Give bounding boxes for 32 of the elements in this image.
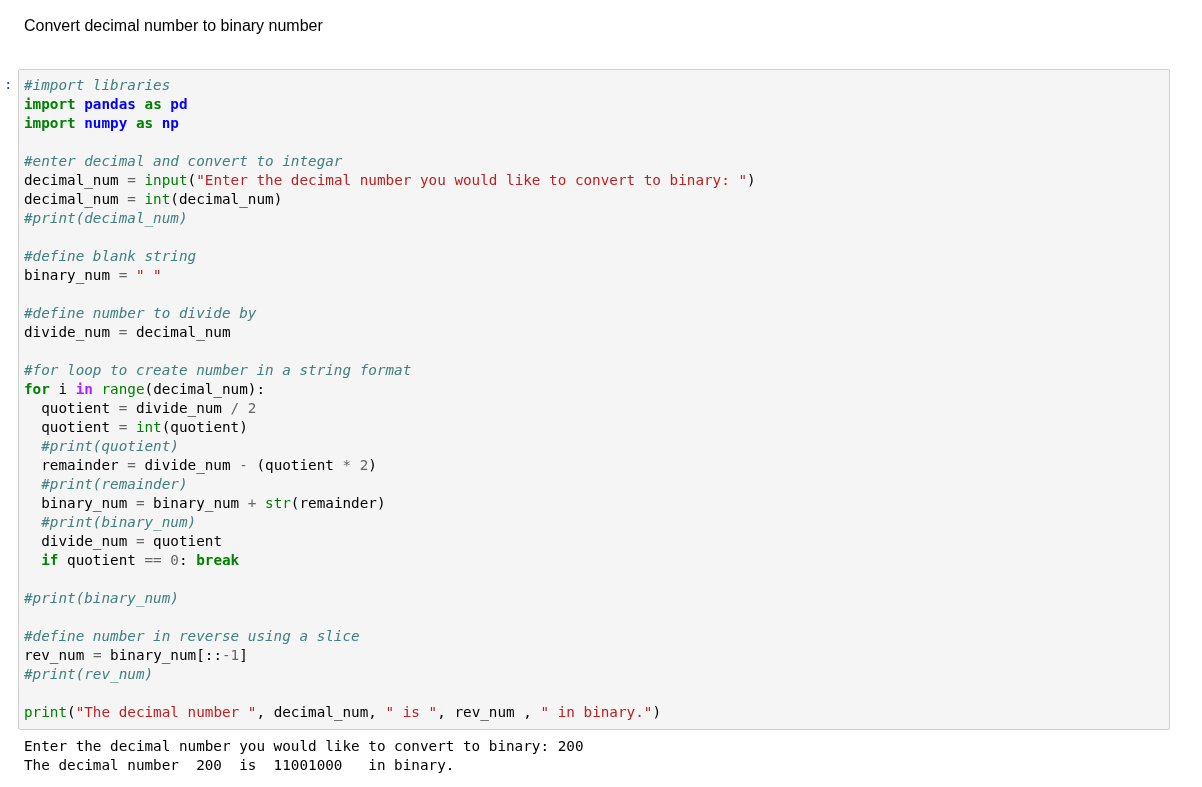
code-line: #define number to divide by: [24, 304, 257, 323]
code-line: import pandas as pd: [24, 95, 188, 114]
code-line: #for loop to create number in a string format: [24, 361, 412, 380]
code-line: #import libraries: [24, 76, 171, 95]
code-line: #print(quotient): [40, 437, 179, 456]
code-line: import numpy as np: [24, 114, 179, 133]
code-line: quotient = int(quotient): [40, 418, 248, 437]
output-line: The decimal number 200 is 11001000 in binary.: [24, 756, 455, 775]
code-line: #print(remainder): [40, 475, 188, 494]
code-line: #print(binary_num): [40, 513, 197, 532]
code-line: decimal_num = int(decimal_num): [24, 190, 283, 209]
code-line: #define number in reverse using a slice: [24, 627, 360, 646]
code-line: divide_num = quotient: [40, 532, 222, 551]
cell-prompt: :: [3, 75, 14, 94]
code-line: print("The decimal number ", decimal_num, " is ", rev_num , " in binary."): [24, 703, 661, 722]
code-line: #print(decimal_num): [24, 209, 188, 228]
code-line: binary_num = binary_num + str(remainder): [40, 494, 386, 513]
code-line: binary_num = " ": [24, 266, 162, 285]
output-line: Enter the decimal number you would like to convert to binary: 200: [24, 737, 584, 756]
code-line: for i in range(decimal_num):: [24, 380, 266, 399]
code-line: if quotient == 0: break: [40, 551, 240, 570]
code-line: #enter decimal and convert to integar: [24, 152, 343, 171]
code-line: #print(rev_num): [24, 665, 154, 684]
code-line: rev_num = binary_num[::-1]: [24, 646, 248, 665]
code-line: divide_num = decimal_num: [24, 323, 231, 342]
code-line: remainder = divide_num - (quotient * 2): [40, 456, 377, 475]
heading-text: Convert decimal number to binary number: [24, 16, 323, 36]
code-line: decimal_num = input("Enter the decimal number you would like to convert to binary: "): [24, 171, 756, 190]
code-line: #print(binary_num): [24, 589, 179, 608]
code-editor[interactable]: [18, 69, 1170, 730]
code-line: #define blank string: [24, 247, 197, 266]
code-line: quotient = divide_num / 2: [40, 399, 257, 418]
